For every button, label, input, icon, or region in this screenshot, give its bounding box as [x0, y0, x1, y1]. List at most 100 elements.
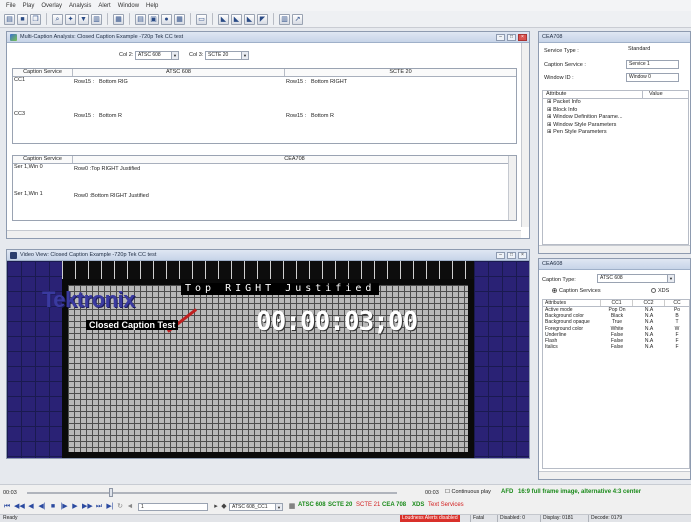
- window-vertical-scrollbar[interactable]: [521, 43, 529, 227]
- link-cea708[interactable]: CEA 708: [382, 502, 406, 508]
- radio-caption-services[interactable]: Caption Services: [552, 288, 601, 294]
- seek-thumb[interactable]: [109, 488, 113, 497]
- video-title: Video View: Closed Caption Example -720p…: [20, 252, 157, 258]
- minimize-button[interactable]: –: [496, 252, 505, 259]
- menu-analysis[interactable]: Analysis: [69, 3, 91, 9]
- link-atsc608[interactable]: ATSC 608: [298, 502, 326, 508]
- copy-icon[interactable]: ❐: [30, 13, 41, 25]
- link-text-services[interactable]: Text Services: [428, 502, 464, 508]
- header-cc2[interactable]: CC2: [633, 300, 665, 306]
- col2-label: Col 2:: [119, 52, 134, 58]
- table-row[interactable]: Ser 1,Win 1 Row0 :Bottom RIGHT Justified: [13, 191, 516, 220]
- save-icon[interactable]: ■: [17, 13, 28, 25]
- grid-view-icon[interactable]: ▦: [288, 503, 296, 511]
- table-row[interactable]: CC1 Row15 : Bottom RIG Row15 : Bottom RI…: [13, 77, 516, 111]
- header-caption-service[interactable]: Caption Service: [13, 156, 73, 163]
- caption-type-select[interactable]: ATSC 608 ▼: [597, 274, 675, 283]
- pid-field[interactable]: 1: [138, 503, 208, 511]
- header-cea708[interactable]: CEA708: [73, 156, 516, 163]
- table-row[interactable]: CC3 Row15 : Bottom R Row15 : Bottom R: [13, 111, 516, 143]
- audio-icon[interactable]: ◄: [126, 503, 134, 511]
- video-frame[interactable]: Tektronix Top RIGHT Justified Closed Cap…: [7, 261, 529, 458]
- search-icon[interactable]: ⌕: [52, 13, 63, 25]
- chevron-down-icon[interactable]: ▼: [275, 504, 282, 510]
- table-row[interactable]: Ser 1,Win 0 Row0 :Top RIGHT Justified: [13, 164, 516, 191]
- header-atsc608[interactable]: ATSC 608: [73, 69, 285, 76]
- value-col-header[interactable]: Value: [643, 91, 688, 98]
- maximize-button[interactable]: □: [507, 34, 516, 41]
- layout-icon[interactable]: ▥: [279, 13, 290, 25]
- frame-forward-icon[interactable]: |▶: [60, 503, 68, 511]
- close-button[interactable]: ×: [518, 252, 527, 259]
- chevron-down-icon[interactable]: ▼: [241, 52, 248, 59]
- tree-item-window-definition[interactable]: ⊞ Window Definition Parame...: [543, 114, 688, 122]
- continuous-play-checkbox[interactable]: ☐ Continuous play: [445, 489, 491, 495]
- rewind-icon[interactable]: ◀◀: [14, 503, 25, 511]
- grid-icon[interactable]: ▤: [135, 13, 146, 25]
- end-icon[interactable]: ▶|: [106, 503, 114, 511]
- step-forward-icon[interactable]: ⏭: [95, 503, 103, 511]
- header-attributes[interactable]: Attributes: [543, 300, 601, 306]
- service-select[interactable]: ATSC 608_CC1 ▼: [229, 503, 283, 511]
- menu-overlay[interactable]: Overlay: [41, 3, 62, 9]
- tree-item-label: Packet Info: [553, 99, 581, 105]
- caption4-icon[interactable]: ◤: [257, 13, 268, 25]
- step-back-icon[interactable]: ⏮: [3, 503, 11, 511]
- menu-window[interactable]: Window: [118, 3, 139, 9]
- tree-item-pen-style[interactable]: ⊞ Pen Style Parameters: [543, 129, 688, 137]
- attr-col-header[interactable]: Attribute: [543, 91, 643, 98]
- window-icon[interactable]: ▦: [174, 13, 185, 25]
- menu-play[interactable]: Play: [23, 3, 35, 9]
- maximize-button[interactable]: □: [507, 252, 516, 259]
- header-cc1[interactable]: CC1: [601, 300, 633, 306]
- menu-file[interactable]: File: [6, 3, 16, 9]
- open-icon[interactable]: ▤: [4, 13, 15, 25]
- table-icon[interactable]: ▦: [113, 13, 124, 25]
- zoom-icon[interactable]: ✦: [65, 13, 76, 25]
- menu-alert[interactable]: Alert: [98, 3, 110, 9]
- header-cc3[interactable]: CC: [665, 300, 689, 306]
- horizontal-scrollbar[interactable]: [539, 471, 690, 479]
- chevron-down-icon[interactable]: ▼: [667, 275, 674, 282]
- chevron-down-icon[interactable]: ▼: [171, 52, 178, 59]
- filter-icon[interactable]: ▼: [78, 13, 89, 25]
- settings-icon[interactable]: ▣: [148, 13, 159, 25]
- video-icon[interactable]: ▭: [196, 13, 207, 25]
- fast-forward-icon[interactable]: ▶▶: [82, 503, 93, 511]
- window-id-field[interactable]: Window 0: [626, 73, 679, 82]
- spin-icon[interactable]: ▸: [212, 503, 220, 511]
- tree-item-packet-info[interactable]: ⊞ Packet Info: [543, 99, 688, 107]
- caption-service-field[interactable]: Service 1: [626, 60, 679, 69]
- frame-back-icon[interactable]: ◀|: [38, 503, 46, 511]
- table-row[interactable]: Italics False N.A F: [543, 344, 689, 350]
- expand-icon[interactable]: ◆: [220, 503, 228, 511]
- link-scte20[interactable]: SCTE 20: [328, 502, 352, 508]
- caption3-icon[interactable]: ◣: [244, 13, 255, 25]
- menu-help[interactable]: Help: [146, 3, 158, 9]
- tree-item-window-style[interactable]: ⊞ Window Style Parameters: [543, 122, 688, 130]
- pointer-icon[interactable]: ↗: [292, 13, 303, 25]
- close-button[interactable]: ×: [518, 34, 527, 41]
- horizontal-scrollbar[interactable]: [539, 245, 690, 253]
- radio-xds[interactable]: XDS: [651, 288, 669, 294]
- tree-item-block-info[interactable]: ⊞ Block Info: [543, 107, 688, 115]
- caption2-icon[interactable]: ◣: [231, 13, 242, 25]
- stop-icon[interactable]: ■: [49, 503, 57, 511]
- loudness-alert-badge[interactable]: Loudness Alerts disabled: [400, 515, 460, 522]
- caption-icon[interactable]: ◣: [218, 13, 229, 25]
- seek-track[interactable]: [27, 492, 397, 494]
- col2-select[interactable]: ATSC 608 ▼: [135, 51, 179, 60]
- globe-icon[interactable]: ●: [161, 13, 172, 25]
- link-scte21[interactable]: SCTE 21: [356, 502, 380, 508]
- link-xds[interactable]: XDS: [412, 502, 424, 508]
- header-scte20[interactable]: SCTE 20: [285, 69, 516, 76]
- horizontal-scrollbar[interactable]: [7, 230, 521, 238]
- prev-frame-icon[interactable]: ◀: [27, 503, 35, 511]
- minimize-button[interactable]: –: [496, 34, 505, 41]
- play-icon[interactable]: ▶: [71, 503, 79, 511]
- loop-icon[interactable]: ↻: [116, 503, 124, 511]
- vertical-scrollbar[interactable]: [508, 156, 516, 220]
- header-caption-service[interactable]: Caption Service: [13, 69, 73, 76]
- col3-select[interactable]: SCTE 20 ▼: [205, 51, 249, 60]
- chart-icon[interactable]: ▥: [91, 13, 102, 25]
